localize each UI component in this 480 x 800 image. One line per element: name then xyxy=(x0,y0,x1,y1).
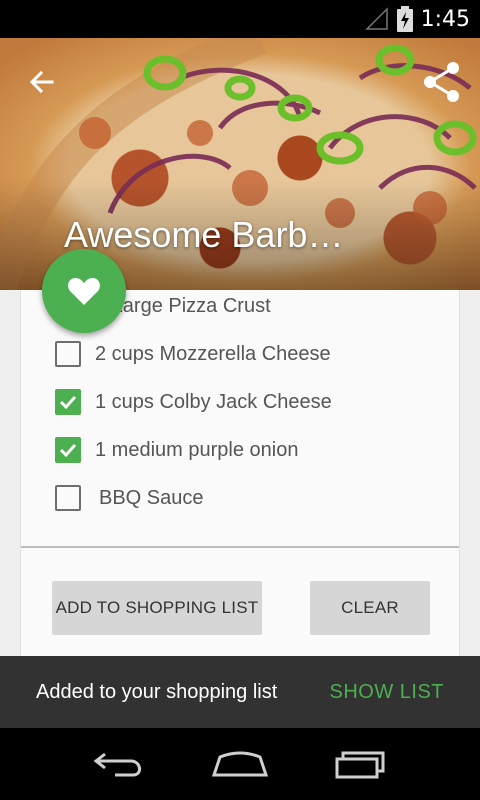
back-button[interactable] xyxy=(22,62,62,102)
snackbar-message: Added to your shopping list xyxy=(36,680,278,703)
ingredient-label: BBQ Sauce xyxy=(99,486,204,509)
recipe-title: Awesome Barb… xyxy=(64,214,344,255)
divider xyxy=(21,546,459,548)
ingredient-checkbox[interactable] xyxy=(55,437,81,463)
nav-recents-icon xyxy=(335,751,385,779)
snackbar: Added to your shopping list SHOW LIST xyxy=(0,656,480,728)
clear-button[interactable]: CLEAR xyxy=(310,581,430,635)
signal-icon xyxy=(364,7,388,30)
ingredient-label: 1 medium purple onion xyxy=(95,438,299,461)
nav-back-button[interactable] xyxy=(85,739,155,789)
ingredient-item[interactable]: 1 medium purple onion xyxy=(55,430,298,470)
share-icon xyxy=(424,62,459,102)
nav-recents-button[interactable] xyxy=(325,739,395,789)
ingredient-label: 2 cups Mozzerella Cheese xyxy=(95,342,331,365)
ingredient-checkbox[interactable] xyxy=(55,389,81,415)
nav-home-icon xyxy=(212,751,268,777)
ingredient-label: 1 cups Colby Jack Cheese xyxy=(95,390,332,413)
content-area: 1 Large Pizza Crust 2 cups Mozzerella Ch… xyxy=(0,290,480,656)
ingredient-checkbox[interactable] xyxy=(55,341,81,367)
ingredients-card: 1 Large Pizza Crust 2 cups Mozzerella Ch… xyxy=(20,290,460,656)
status-time: 1:45 xyxy=(420,6,470,32)
checkmark-icon xyxy=(59,395,77,410)
system-navigation-bar xyxy=(0,728,480,800)
heart-icon xyxy=(68,278,100,305)
show-list-button[interactable]: SHOW LIST xyxy=(329,681,444,704)
ingredient-item[interactable]: BBQ Sauce xyxy=(55,478,204,518)
arrow-back-icon xyxy=(29,70,54,94)
checkmark-icon xyxy=(59,443,77,458)
nav-home-button[interactable] xyxy=(205,739,275,789)
nav-back-icon xyxy=(93,752,141,777)
ingredient-item[interactable]: 2 cups Mozzerella Cheese xyxy=(55,334,331,374)
favorite-button[interactable] xyxy=(42,249,126,333)
status-bar: 1:45 xyxy=(0,0,480,38)
ingredient-checkbox[interactable] xyxy=(55,485,81,511)
share-button[interactable] xyxy=(418,58,466,106)
ingredient-item[interactable]: 1 cups Colby Jack Cheese xyxy=(55,382,332,422)
battery-charging-icon xyxy=(396,6,413,32)
add-to-shopping-list-button[interactable]: ADD TO SHOPPING LIST xyxy=(52,581,262,635)
